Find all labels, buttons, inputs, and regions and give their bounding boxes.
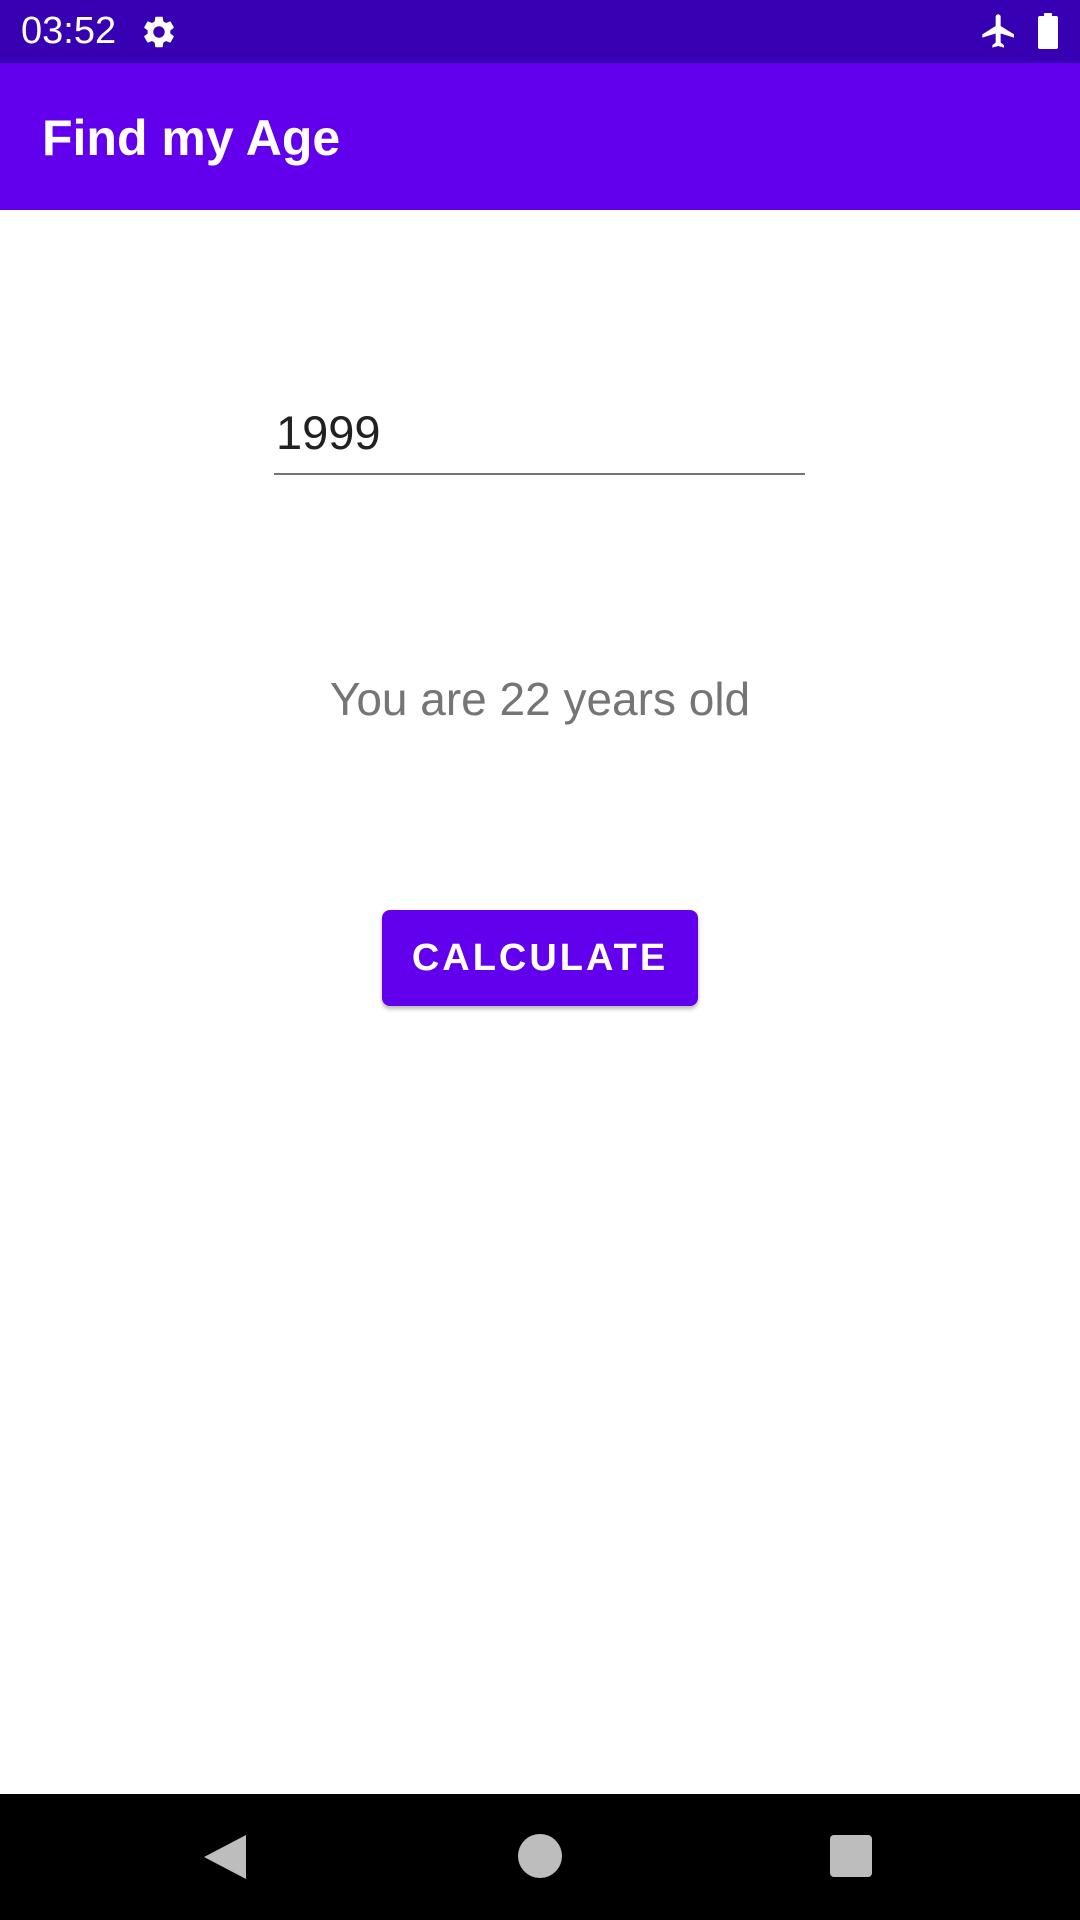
status-bar: 03:52	[0, 0, 1080, 63]
airplane-mode-icon	[982, 14, 1014, 48]
back-icon[interactable]	[202, 1833, 248, 1881]
navigation-bar	[0, 1794, 1080, 1920]
age-result-text: You are 22 years old	[329, 673, 751, 725]
main-content: 1999 You are 22 years old CALCULATE	[0, 210, 1080, 1794]
calculate-button-label: CALCULATE	[411, 936, 669, 979]
birth-year-value: 1999	[276, 406, 381, 459]
home-icon[interactable]	[518, 1834, 562, 1878]
recent-apps-icon[interactable]	[830, 1835, 872, 1877]
gear-icon	[144, 16, 174, 48]
app-bar: Find my Age	[0, 63, 1080, 210]
birth-year-input[interactable]: 1999	[274, 403, 805, 475]
battery-icon	[1038, 13, 1058, 49]
status-time: 03:52	[21, 10, 117, 52]
calculate-button[interactable]: CALCULATE	[382, 910, 698, 1006]
app-title: Find my Age	[42, 110, 341, 166]
